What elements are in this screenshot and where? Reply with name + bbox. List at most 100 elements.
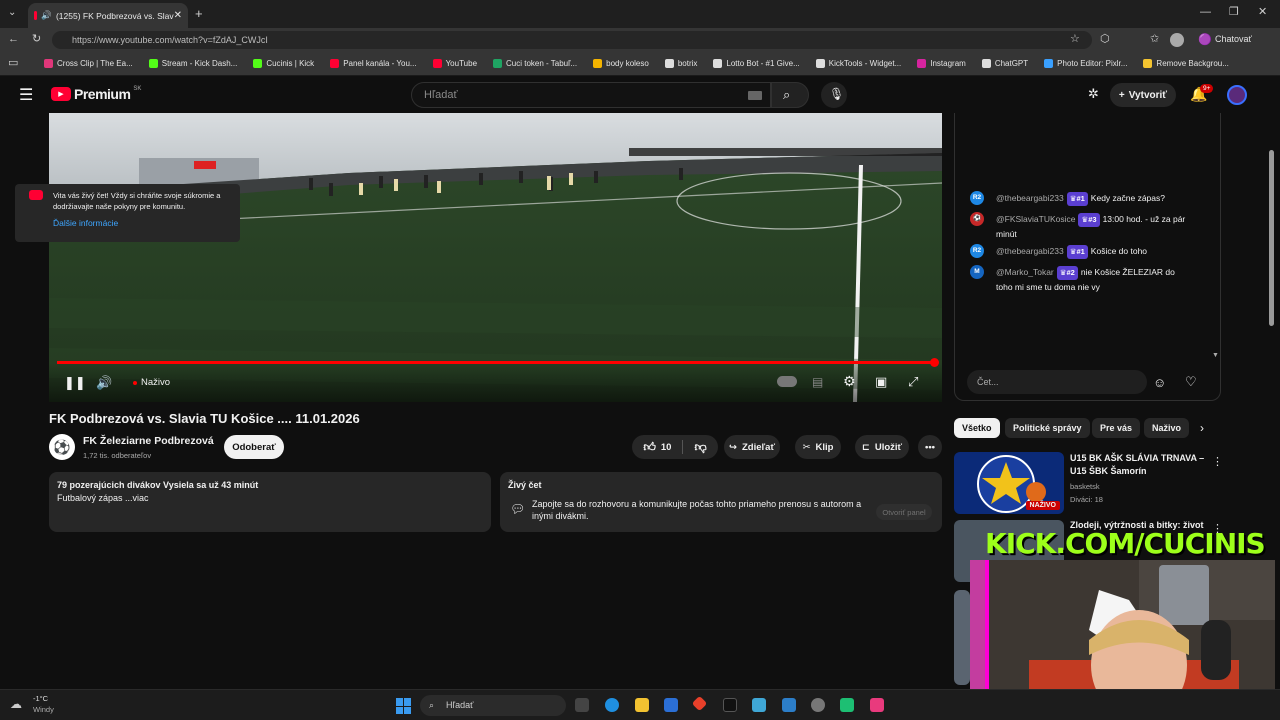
copilot-icon[interactable]: 🟣	[1198, 33, 1212, 46]
close-window-icon[interactable]: ✕	[1258, 7, 1267, 18]
bookmark-star-icon[interactable]: ☆	[1070, 34, 1080, 45]
app-icon-green[interactable]	[840, 698, 854, 712]
back-icon[interactable]: ←	[8, 34, 19, 45]
chip-political-news[interactable]: Politické správy	[1005, 418, 1090, 438]
youtube-logo[interactable]: ▶ Premium SK	[51, 86, 141, 102]
url-field[interactable]: https://www.youtube.com/watch?v=fZdAJ_CW…	[52, 31, 1092, 49]
favorites-icon[interactable]: ✩	[1150, 34, 1159, 45]
edge-browser-icon[interactable]	[605, 698, 619, 712]
thumbs-up-icon[interactable]: 👍︎	[643, 440, 656, 455]
maximize-icon[interactable]: ❐	[1229, 7, 1239, 18]
more-actions-button[interactable]: •••	[918, 435, 942, 459]
bookmark-item[interactable]: Instagram	[909, 59, 974, 68]
tiktok-live-icon[interactable]	[870, 698, 884, 712]
channel-name[interactable]: FK Železiarne Podbrezová	[83, 435, 214, 447]
open-panel-button[interactable]: Otvoriť panel	[876, 504, 932, 520]
minimize-icon[interactable]: —	[1200, 7, 1211, 18]
bookmark-item[interactable]: Cuci token - Tabuľ...	[485, 59, 585, 68]
store-icon[interactable]	[664, 698, 678, 712]
keyboard-icon[interactable]	[748, 91, 762, 100]
chat-avatar[interactable]: M	[970, 265, 984, 279]
bookmark-item[interactable]: botrix	[657, 59, 706, 68]
page-scrollbar[interactable]	[1269, 150, 1274, 326]
chat-scroll-down-icon[interactable]: ▼	[1212, 352, 1219, 359]
subtitles-icon[interactable]: ▤	[812, 375, 823, 389]
chat-button[interactable]: Chatovať	[1215, 34, 1252, 44]
app-icon-blue[interactable]	[782, 698, 796, 712]
new-tab-icon[interactable]: +	[195, 7, 203, 20]
theater-mode-icon[interactable]: ▣	[875, 374, 887, 390]
chat-avatar[interactable]: ⚽	[970, 212, 984, 226]
bookmark-item[interactable]: Cucinis | Kick	[245, 59, 322, 68]
chat-input[interactable]: Čet...	[967, 370, 1147, 394]
recommendation-thumbnail[interactable]: NAŽIVO	[954, 452, 1064, 514]
pause-icon[interactable]: ❚❚	[64, 375, 86, 391]
chat-username[interactable]: @Marko_Tokar	[996, 267, 1054, 277]
speaker-icon[interactable]: 🔊	[41, 10, 52, 21]
recommendation-menu-icon[interactable]: ⋮	[1212, 455, 1223, 468]
file-explorer-icon[interactable]	[635, 698, 649, 712]
chip-live[interactable]: Naživo	[1144, 418, 1190, 438]
chat-username[interactable]: @thebeargabi233	[996, 246, 1064, 256]
heart-icon[interactable]: ♡	[1185, 374, 1197, 390]
recommendation-thumbnail-3[interactable]	[954, 590, 970, 685]
voice-search-button[interactable]: 🎙	[821, 82, 847, 108]
close-tab-icon[interactable]: ✕	[174, 10, 182, 21]
chat-username[interactable]: @FKSlaviaTUKosice	[996, 214, 1075, 224]
bookmark-item[interactable]: body koleso	[585, 59, 657, 68]
weather-icon[interactable]: ☁	[10, 697, 22, 711]
chat-avatar[interactable]: R2	[970, 244, 984, 258]
create-button[interactable]: + Vytvoriť	[1110, 83, 1176, 107]
progress-scrubber[interactable]	[930, 358, 939, 367]
bookmark-item[interactable]: Stream - Kick Dash...	[141, 59, 246, 68]
search-button[interactable]: ⌕	[771, 82, 809, 108]
fullscreen-icon[interactable]: ⤢	[908, 374, 918, 390]
sidebar-toggle-icon[interactable]: ▭	[8, 58, 18, 69]
bookmark-item[interactable]: Photo Editor: Pixlr...	[1036, 59, 1135, 68]
description-box[interactable]: 79 pozerajúcich divákov Vysiela sa už 43…	[49, 472, 491, 532]
app-icon-notes[interactable]	[752, 698, 766, 712]
app-icon-obs[interactable]	[811, 698, 825, 712]
windows-start-icon[interactable]	[396, 698, 412, 714]
extensions-icon[interactable]: ⬡	[1100, 34, 1110, 45]
bookmark-item[interactable]: KickTools - Widget...	[808, 59, 909, 68]
taskbar-search[interactable]: ⌕ Hľadať	[420, 695, 566, 716]
chips-next-icon[interactable]: ›	[1200, 421, 1204, 435]
chip-all[interactable]: Všetko	[954, 418, 1000, 438]
settings-gear-icon[interactable]: ⚙	[843, 373, 856, 390]
clip-button[interactable]: ✂ Klip	[795, 435, 841, 459]
bookmark-item[interactable]: Panel kanála - You...	[322, 59, 424, 68]
app-icon-red[interactable]	[691, 695, 708, 712]
chat-username[interactable]: @thebeargabi233	[996, 193, 1064, 203]
cast-icon[interactable]: ✲	[1088, 86, 1099, 102]
bookmark-item[interactable]: Cross Clip | The Ea...	[36, 59, 141, 68]
task-view-icon[interactable]	[575, 698, 589, 712]
thumbs-down-icon[interactable]: 👎︎	[694, 440, 706, 455]
chip-for-you[interactable]: Pre vás	[1092, 418, 1141, 438]
learn-more-link[interactable]: Ďalšie informácie	[53, 218, 234, 229]
emoji-icon[interactable]: ☺	[1153, 375, 1166, 390]
subscribe-button[interactable]: Odoberať	[224, 435, 284, 459]
progress-bar[interactable]	[57, 361, 934, 364]
like-count[interactable]: 10	[661, 442, 672, 453]
live-indicator[interactable]: Naživo	[133, 377, 170, 388]
search-input[interactable]: Hľadať	[411, 82, 771, 108]
autoplay-toggle[interactable]	[777, 376, 797, 387]
channel-avatar[interactable]: ⚽	[49, 434, 75, 460]
bookmark-item[interactable]: Lotto Bot - #1 Give...	[705, 59, 807, 68]
chat-avatar[interactable]: R2	[970, 191, 984, 205]
recommendation-title[interactable]: U15 BK AŠK SLÁVIA TRNAVA – U15 ŠBK Šamor…	[1070, 452, 1210, 478]
video-player[interactable]: ❚❚ 🔊 Naživo ▤ ⚙ ▣ ⤢	[49, 113, 942, 402]
account-avatar[interactable]	[1227, 85, 1247, 105]
reload-icon[interactable]: ↻	[32, 34, 41, 45]
volume-icon[interactable]: 🔊	[96, 375, 112, 391]
recommendation-channel[interactable]: basketsk	[1070, 482, 1100, 491]
bookmark-item[interactable]: Remove Backgrou...	[1135, 59, 1236, 68]
profile-avatar[interactable]	[1170, 33, 1184, 47]
bookmark-item[interactable]: YouTube	[425, 59, 485, 68]
tab-list-icon[interactable]: ⌄	[8, 8, 16, 18]
save-button[interactable]: ⊏ Uložiť	[855, 435, 909, 459]
bookmark-item[interactable]: ChatGPT	[974, 59, 1036, 68]
tiktok-icon[interactable]	[723, 698, 737, 712]
share-button[interactable]: ↪ Zdieľať	[724, 435, 780, 459]
